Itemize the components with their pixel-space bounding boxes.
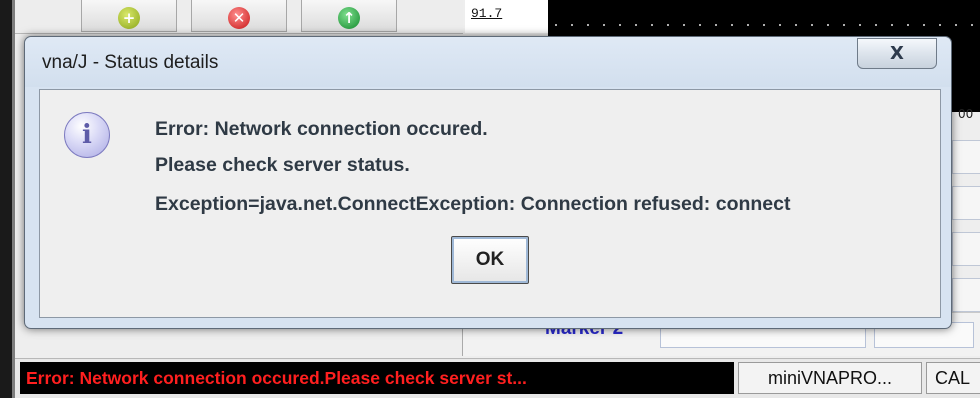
info-icon-glyph: i <box>82 120 92 150</box>
green-plus-icon: + <box>118 6 140 29</box>
panel-cell <box>952 186 980 220</box>
value-text: 91.7 <box>471 6 503 21</box>
green-up-arrow-icon: ↑ <box>338 6 360 29</box>
panel-cell <box>952 140 980 174</box>
status-details-dialog: vna/J - Status details X i Error: Networ… <box>24 36 952 329</box>
panel-cell <box>952 278 980 312</box>
status-device-name[interactable]: miniVNAPRO... <box>738 362 922 394</box>
panel-cell <box>952 232 980 266</box>
scope-tick-label: 00 <box>958 107 974 121</box>
error-message-line: Please check server status. <box>155 154 410 176</box>
upload-button[interactable]: ↑ <box>301 0 397 32</box>
delete-button[interactable]: ✕ <box>191 0 287 32</box>
ok-button[interactable]: OK <box>451 236 529 284</box>
close-button[interactable]: X <box>857 38 937 69</box>
dialog-body: i Error: Network connection occured. Ple… <box>39 89 941 318</box>
status-calibration[interactable]: CAL <box>926 362 980 394</box>
dialog-titlebar[interactable]: vna/J - Status details X <box>25 37 951 87</box>
exception-message-line: Exception=java.net.ConnectException: Con… <box>155 193 791 215</box>
info-icon: i <box>64 112 110 158</box>
close-icon: X <box>890 43 904 64</box>
red-x-icon: ✕ <box>228 6 250 29</box>
value-field[interactable]: 91.7 <box>465 0 549 33</box>
status-error-message[interactable]: Error: Network connection occured.Please… <box>20 362 734 394</box>
scope-grid-dots <box>548 24 980 26</box>
toolbar: + ✕ ↑ <box>15 0 463 34</box>
window-left-edge <box>0 0 12 398</box>
error-message-line: Error: Network connection occured. <box>155 118 488 140</box>
dialog-title: vna/J - Status details <box>42 52 219 73</box>
add-button[interactable]: + <box>81 0 177 32</box>
